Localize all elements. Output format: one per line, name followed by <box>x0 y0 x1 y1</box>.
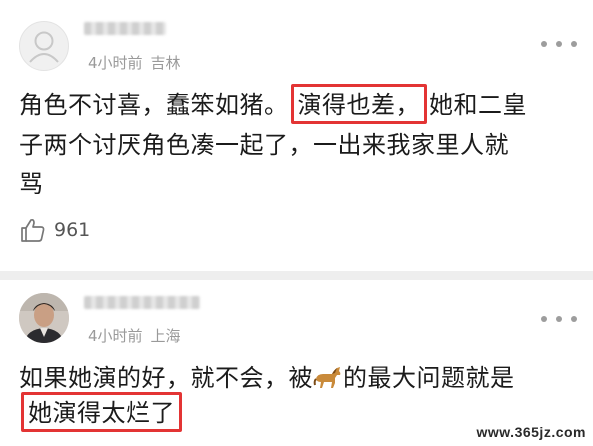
username-blurred[interactable] <box>84 296 200 309</box>
comment-text-line-3: 骂 <box>19 170 44 198</box>
horse-emoji-icon <box>313 367 341 388</box>
more-dots-icon[interactable] <box>541 40 577 48</box>
like-row: 961 <box>20 217 90 243</box>
comment-text-line-1: 如果她演的好，就不会，被 的最大问题就是 <box>19 362 515 394</box>
comment-meta: 4小时前 吉林 <box>88 52 181 73</box>
comment-text: 的最大问题就是 <box>343 364 515 392</box>
comment-text: 如果她演的好，就不会，被 <box>19 364 313 392</box>
comment-text: 角色不讨喜，蠢笨如猪。 <box>19 91 289 119</box>
user-avatar-photo[interactable] <box>19 293 69 343</box>
highlighted-text: 她演得太烂了 <box>21 392 182 432</box>
username-blurred[interactable] <box>84 22 166 35</box>
comment-2: 4小时前 上海 如果她演的好，就不会，被 的最大问题就是 她演得太烂了 <box>0 280 593 446</box>
watermark: www.365jz.com <box>476 424 586 440</box>
comment-time: 4小时前 <box>88 327 143 345</box>
default-avatar-icon[interactable] <box>19 21 69 71</box>
comment-1: 4小时前 吉林 角色不讨喜，蠢笨如猪。 演得也差， 她和二皇 子两个讨厌角色凑一起了，… <box>0 0 593 272</box>
comment-meta: 4小时前 上海 <box>88 325 181 346</box>
comment-text-line-1: 角色不讨喜，蠢笨如猪。 演得也差， 她和二皇 <box>19 84 527 124</box>
comment-text-line-2: 她演得太烂了 <box>19 392 184 432</box>
comment-time: 4小时前 <box>88 54 143 72</box>
comment-location: 吉林 <box>150 54 181 72</box>
comment-separator <box>0 271 593 280</box>
more-dots-icon[interactable] <box>541 315 577 323</box>
comment-text-line-2: 子两个讨厌角色凑一起了，一出来我家里人就 <box>19 131 509 159</box>
highlighted-text: 演得也差， <box>290 84 427 124</box>
comment-text: 她和二皇 <box>429 91 527 119</box>
thumbs-up-icon[interactable] <box>20 217 46 243</box>
like-count: 961 <box>54 219 91 241</box>
comment-location: 上海 <box>150 327 181 345</box>
